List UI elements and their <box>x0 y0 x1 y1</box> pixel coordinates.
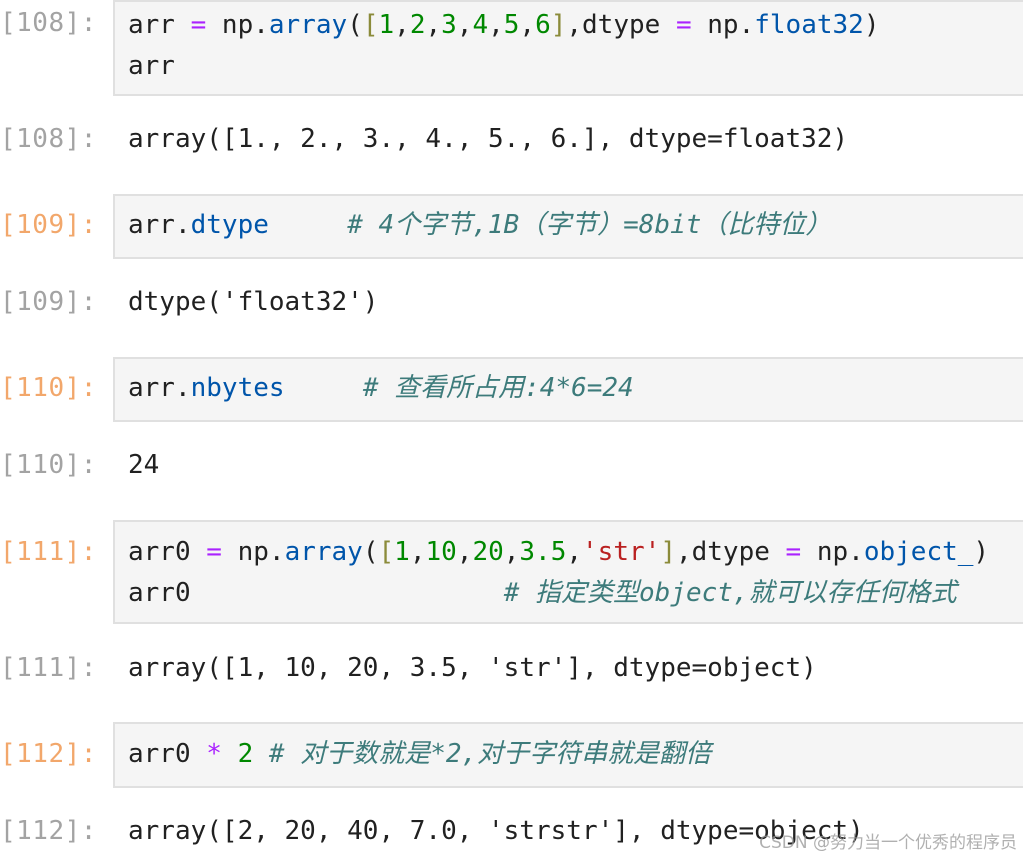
code-token: arr. <box>128 210 191 240</box>
code-editor[interactable]: arr = np.array([1,2,3,4,5,6],dtype = np.… <box>113 0 1023 96</box>
code-token: arr <box>128 10 191 40</box>
code-token: 1 <box>394 537 410 567</box>
input-prompt: [112]: <box>0 739 97 769</box>
code-token: # 指定类型object,就可以存任何格式 <box>503 578 957 608</box>
code-line: arr0 = np.array([1,10,20,3.5,'str'],dtyp… <box>128 532 1023 573</box>
code-token: [ <box>378 537 395 567</box>
output-prompt: [110]: <box>0 450 97 480</box>
code-editor[interactable]: arr.dtype # 4个字节,1B（字节）=8bit（比特位） <box>113 194 1023 259</box>
code-editor[interactable]: arr0 * 2 # 对于数就是*2,对于字符串就是翻倍 <box>113 722 1023 788</box>
output-text: 24 <box>128 450 160 480</box>
code-token: , <box>394 10 410 40</box>
output-text: array([1., 2., 3., 4., 5., 6.], dtype=fl… <box>128 124 849 154</box>
code-line: arr0 * 2 # 对于数就是*2,对于字符串就是翻倍 <box>128 734 1023 775</box>
code-token: arr0 <box>128 739 207 769</box>
code-token: ] <box>550 10 567 40</box>
code-token: = <box>785 537 802 567</box>
input-prompt: [108]: <box>0 8 97 38</box>
code-token: # 对于数就是*2,对于字符串就是翻倍 <box>268 739 712 769</box>
code-token: , <box>488 10 504 40</box>
output-text: dtype('float32') <box>128 287 379 317</box>
code-editor[interactable]: arr0 = np.array([1,10,20,3.5,'str'],dtyp… <box>113 520 1023 624</box>
code-token: object_ <box>863 537 974 567</box>
code-token: , <box>425 10 442 40</box>
code-token: ) <box>973 537 990 567</box>
code-token: , <box>456 537 473 567</box>
output-prompt: [108]: <box>0 124 97 154</box>
code-token: 4 <box>472 10 489 40</box>
output-prompt: [111]: <box>0 653 97 683</box>
code-token: # 4个字节,1B（字节）=8bit（比特位） <box>347 210 832 240</box>
code-line: arr0 # 指定类型object,就可以存任何格式 <box>128 573 1023 614</box>
code-token: ] <box>660 537 676 567</box>
code-token: 20 <box>472 537 504 567</box>
code-line: arr = np.array([1,2,3,4,5,6],dtype = np.… <box>128 5 1023 46</box>
code-token: ,dtype <box>675 537 786 567</box>
code-line: arr <box>128 46 1023 87</box>
code-token: array <box>284 537 363 567</box>
code-line: arr.dtype # 4个字节,1B（字节）=8bit（比特位） <box>128 205 1023 246</box>
input-prompt: [109]: <box>0 210 97 240</box>
code-token: array <box>268 10 348 40</box>
code-token: arr. <box>128 373 191 403</box>
code-token: np. <box>801 537 864 567</box>
code-token: = <box>675 10 692 40</box>
code-token: = <box>190 10 207 40</box>
code-token: np. <box>206 10 269 40</box>
code-token: , <box>566 537 583 567</box>
input-prompt: [110]: <box>0 373 97 403</box>
code-token: arr0 <box>128 537 207 567</box>
code-token: , <box>409 537 426 567</box>
code-token: 3.5 <box>519 537 567 567</box>
code-token: 3 <box>441 10 457 40</box>
output-prompt: [112]: <box>0 816 97 846</box>
input-prompt: [111]: <box>0 537 97 567</box>
code-token: 'str' <box>582 537 661 567</box>
code-token: # 查看所占用:4*6=24 <box>362 373 634 403</box>
code-token: , <box>503 537 520 567</box>
code-token: 1 <box>378 10 395 40</box>
code-token: np. <box>691 10 755 40</box>
code-token: ( <box>347 10 363 40</box>
code-token: 2 <box>237 739 254 769</box>
code-token: = <box>206 537 222 567</box>
output-prompt: [109]: <box>0 287 97 317</box>
code-token: [ <box>362 10 379 40</box>
watermark: CSDN @努力当一个优秀的程序员 <box>759 833 1017 853</box>
code-token: 10 <box>425 537 457 567</box>
code-token: ) <box>863 10 880 40</box>
code-token: arr <box>128 51 175 81</box>
code-token: , <box>519 10 536 40</box>
code-token: ,dtype <box>566 10 676 40</box>
code-token: dtype <box>190 210 269 240</box>
code-token: 6 <box>535 10 551 40</box>
output-text: array([1, 10, 20, 3.5, 'str'], dtype=obj… <box>128 653 817 683</box>
code-token: , <box>456 10 473 40</box>
code-token: * <box>206 739 222 769</box>
code-token: ( <box>362 537 379 567</box>
code-editor[interactable]: arr.nbytes # 查看所占用:4*6=24 <box>113 357 1023 422</box>
code-token: float32 <box>754 10 864 40</box>
code-line: arr.nbytes # 查看所占用:4*6=24 <box>128 368 1023 409</box>
code-token: np. <box>221 537 285 567</box>
code-token: arr0 <box>128 578 504 608</box>
code-token: 2 <box>409 10 426 40</box>
code-token: nbytes <box>190 373 285 403</box>
code-token: 5 <box>503 10 520 40</box>
